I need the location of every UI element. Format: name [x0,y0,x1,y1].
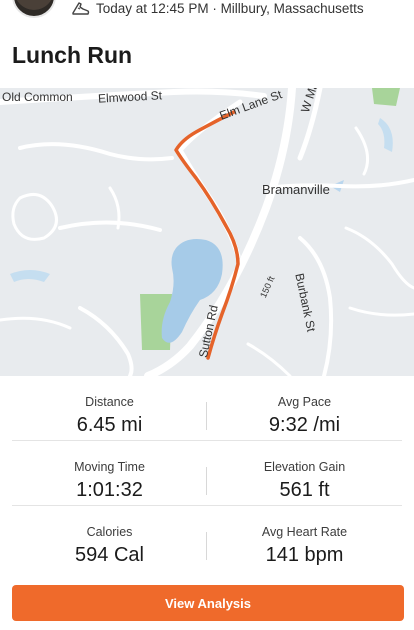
stat-value: 1:01:32 [76,479,143,501]
stat-label: Avg Pace [277,395,332,409]
activity-stats: Distance 6.45 mi Avg Pace 9:32 /mi Movin… [0,376,414,571]
map-label-old-common: Old Common [2,90,73,104]
stat-moving-time: Moving Time 1:01:32 [12,441,207,506]
activity-date-location: Today at 12:45 PM · Millbury, Massachuse… [96,1,364,16]
stat-distance: Distance 6.45 mi [12,376,207,441]
stats-row: Calories 594 Cal Avg Heart Rate 141 bpm [12,506,402,571]
route-map[interactable]: Old Common Elmwood St Elm Lane St W Main… [0,88,414,376]
activity-title: Lunch Run [12,42,133,68]
stats-row: Distance 6.45 mi Avg Pace 9:32 /mi [12,376,402,441]
park-area [372,88,400,106]
stat-label: Moving Time [74,460,145,474]
stats-row: Moving Time 1:01:32 Elevation Gain 561 f… [12,441,402,506]
stat-label: Elevation Gain [263,460,346,474]
stat-avg-heart-rate: Avg Heart Rate 141 bpm [207,506,402,571]
stat-value: 141 bpm [265,544,344,566]
stat-value: 561 ft [279,479,330,501]
view-analysis-button[interactable]: View Analysis [12,585,404,621]
stat-label: Avg Heart Rate [261,525,348,539]
stat-calories: Calories 594 Cal [12,506,207,571]
running-shoe-icon [72,2,90,15]
stat-value: 6.45 mi [76,414,143,436]
stat-label: Calories [86,525,133,539]
activity-meta-row: Today at 12:45 PM · Millbury, Massachuse… [0,0,414,22]
stat-value: 594 Cal [75,544,144,566]
stat-value: 9:32 /mi [268,414,341,436]
map-label-bramanville: Bramanville [262,182,330,197]
stat-elevation-gain: Elevation Gain 561 ft [207,441,402,506]
athlete-avatar[interactable] [12,0,56,18]
stat-avg-pace: Avg Pace 9:32 /mi [207,376,402,441]
stat-label: Distance [85,395,134,409]
